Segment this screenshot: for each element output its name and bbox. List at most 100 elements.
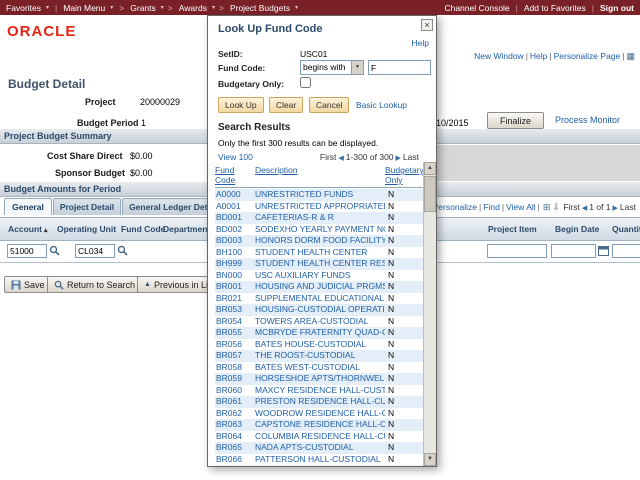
result-row[interactable]: BR057 THE ROOST-CUSTODIAL N (215, 350, 424, 362)
description-link[interactable]: USC AUXILIARY FUNDS (255, 270, 385, 282)
fund-code-link[interactable]: BD003 (215, 235, 255, 247)
description-link[interactable]: CAFETERIAS-R & R (255, 212, 385, 224)
budgetary-only-checkbox[interactable] (300, 77, 311, 88)
result-row[interactable]: BR063 CAPSTONE RESIDENCE HALL-CUSTOD N (215, 419, 424, 431)
return-to-search-button[interactable]: Return to Search (47, 276, 142, 293)
fund-code-link[interactable]: BR056 (215, 339, 255, 351)
description-link[interactable]: HOUSING AND JUDICIAL PRGMS (255, 281, 385, 293)
tab-project-detail[interactable]: Project Detail (53, 198, 121, 215)
fund-code-link[interactable]: BH100 (215, 247, 255, 259)
previous-page-icon[interactable]: ◀ (338, 155, 343, 162)
result-row[interactable]: BN000 USC AUXILIARY FUNDS N (215, 270, 424, 282)
scrollbar-thumb[interactable] (424, 176, 436, 212)
result-row[interactable]: BH999 STUDENT HEALTH CENTER RESERVE N (215, 258, 424, 270)
result-row[interactable]: BR059 HORSESHOE APTS/THORNWELL-CUSTO N (215, 373, 424, 385)
description-link[interactable]: STUDENT HEALTH CENTER RESERVE (255, 258, 385, 270)
fund-code-link[interactable]: BR065 (215, 442, 255, 454)
result-row[interactable]: BR064 COLUMBIA RESIDENCE HALL-CUSTOD N (215, 431, 424, 443)
description-link[interactable]: UNRESTRICTED APPROPRIATED FUND (255, 201, 385, 213)
project-item-input[interactable] (487, 244, 547, 258)
grid-icon[interactable]: ⊞ (543, 202, 551, 212)
nav-favorites[interactable]: Favorites▾ (6, 3, 49, 13)
personalize-link[interactable]: Personalize (433, 202, 477, 212)
result-row[interactable]: BR055 MCBRYDE FRATERNITY QUAD-CUSTOD N (215, 327, 424, 339)
fund-code-link[interactable]: BR055 (215, 327, 255, 339)
breadcrumb-item[interactable]: >Grants▾ (119, 3, 164, 13)
result-row[interactable]: BH100 STUDENT HEALTH CENTER N (215, 247, 424, 259)
finalize-button[interactable]: Finalize (487, 112, 544, 129)
description-link[interactable]: SUPPLEMENTAL EDUCATIONAL FEE (255, 293, 385, 305)
description-link[interactable]: PRESTON RESIDENCE HALL-CUSTODI (255, 396, 385, 408)
personalize-page-link[interactable]: Personalize Page (554, 51, 621, 61)
fund-code-link[interactable]: BR001 (215, 281, 255, 293)
fund-code-link[interactable]: BR053 (215, 304, 255, 316)
tab-general[interactable]: General (4, 198, 52, 215)
download-icon[interactable]: ⇩ (552, 202, 560, 212)
fund-code-link[interactable]: BN000 (215, 270, 255, 282)
col-description[interactable]: Description (255, 165, 298, 175)
look-up-button[interactable]: Look Up (218, 97, 264, 113)
result-row[interactable]: BR061 PRESTON RESIDENCE HALL-CUSTODI N (215, 396, 424, 408)
result-row[interactable]: BD001 CAFETERIAS-R & R N (215, 212, 424, 224)
nav-main-menu[interactable]: Main Menu▾ (63, 3, 113, 13)
description-link[interactable]: HOUSING-CUSTODIAL OPERATIONS (255, 304, 385, 316)
fund-code-link[interactable]: BR058 (215, 362, 255, 374)
close-icon[interactable]: × (421, 19, 433, 31)
begin-date-input[interactable] (551, 244, 596, 258)
description-link[interactable]: BATES WEST-CUSTODIAL (255, 362, 385, 374)
description-link[interactable]: MCBRYDE FRATERNITY QUAD-CUSTOD (255, 327, 385, 339)
sign-out-link[interactable]: Sign out (600, 3, 634, 13)
cancel-button[interactable]: Cancel (309, 97, 349, 113)
description-link[interactable]: SIMS RESIDENCE HALL-CUSTODIAL (255, 465, 385, 467)
fund-code-link[interactable]: BR064 (215, 431, 255, 443)
breadcrumb-item[interactable]: >Awards▾ (168, 3, 215, 13)
result-row[interactable]: BD003 HONORS DORM FOOD FACILITY FEE N (215, 235, 424, 247)
fund-code-link[interactable]: BR061 (215, 396, 255, 408)
operating-unit-input[interactable] (75, 244, 115, 258)
description-link[interactable]: PATTERSON HALL-CUSTODIAL (255, 454, 385, 466)
add-to-favorites-link[interactable]: Add to Favorites (524, 3, 586, 13)
fund-code-link[interactable]: BR054 (215, 316, 255, 328)
fund-code-link[interactable]: BR059 (215, 373, 255, 385)
description-link[interactable]: BATES HOUSE-CUSTODIAL (255, 339, 385, 351)
result-row[interactable]: A0000 UNRESTRICTED FUNDS N (215, 189, 424, 201)
result-row[interactable]: BR054 TOWERS AREA-CUSTODIAL N (215, 316, 424, 328)
fund-code-link[interactable]: BD001 (215, 212, 255, 224)
description-link[interactable]: COLUMBIA RESIDENCE HALL-CUSTOD (255, 431, 385, 443)
find-link[interactable]: Find (483, 202, 500, 212)
description-link[interactable]: STUDENT HEALTH CENTER (255, 247, 385, 259)
modal-help-link[interactable]: Help (412, 38, 429, 48)
view-all-link[interactable]: View All (506, 202, 536, 212)
result-row[interactable]: BR062 WOODROW RESIDENCE HALL-CUSTODI N (215, 408, 424, 420)
description-link[interactable]: SODEXHO YEARLY PAYMENT NONCAPI (255, 224, 385, 236)
result-row[interactable]: BR058 BATES WEST-CUSTODIAL N (215, 362, 424, 374)
scroll-down-icon[interactable]: ▼ (424, 453, 436, 466)
result-row[interactable]: BR065 NADA APTS-CUSTODIAL N (215, 442, 424, 454)
previous-row-icon[interactable]: ◀ (582, 205, 587, 212)
clear-button[interactable]: Clear (269, 97, 303, 113)
fund-code-link[interactable]: BR057 (215, 350, 255, 362)
fund-code-link[interactable]: BR063 (215, 419, 255, 431)
fund-code-link[interactable]: BR066 (215, 454, 255, 466)
help-link[interactable]: Help (530, 51, 547, 61)
fund-code-link[interactable]: BR067 (215, 465, 255, 467)
fund-code-link[interactable]: A0000 (215, 189, 255, 201)
account-input[interactable] (7, 244, 47, 258)
col-fund-code[interactable]: FundCode (215, 165, 235, 185)
next-row-icon[interactable]: ▶ (613, 205, 618, 212)
description-link[interactable]: HONORS DORM FOOD FACILITY FEE (255, 235, 385, 247)
operating-unit-lookup-icon[interactable] (117, 245, 128, 258)
channel-console-link[interactable]: Channel Console (444, 3, 509, 13)
result-row[interactable]: BR021 SUPPLEMENTAL EDUCATIONAL FEE N (215, 293, 424, 305)
operator-select[interactable]: begins with▼ (300, 60, 364, 75)
breadcrumb-item[interactable]: >Project Budgets▾ (219, 3, 298, 13)
result-row[interactable]: BR066 PATTERSON HALL-CUSTODIAL N (215, 454, 424, 466)
result-row[interactable]: BR001 HOUSING AND JUDICIAL PRGMS N (215, 281, 424, 293)
fund-code-link[interactable]: BR062 (215, 408, 255, 420)
result-row[interactable]: BR060 MAXCY RESIDENCE HALL-CUSTODIAL N (215, 385, 424, 397)
scroll-up-icon[interactable]: ▲ (424, 162, 436, 175)
save-button[interactable]: Save (4, 276, 52, 293)
view-100-link[interactable]: View 100 (218, 152, 253, 162)
description-link[interactable]: HORSESHOE APTS/THORNWELL-CUSTO (255, 373, 385, 385)
description-link[interactable]: NADA APTS-CUSTODIAL (255, 442, 385, 454)
